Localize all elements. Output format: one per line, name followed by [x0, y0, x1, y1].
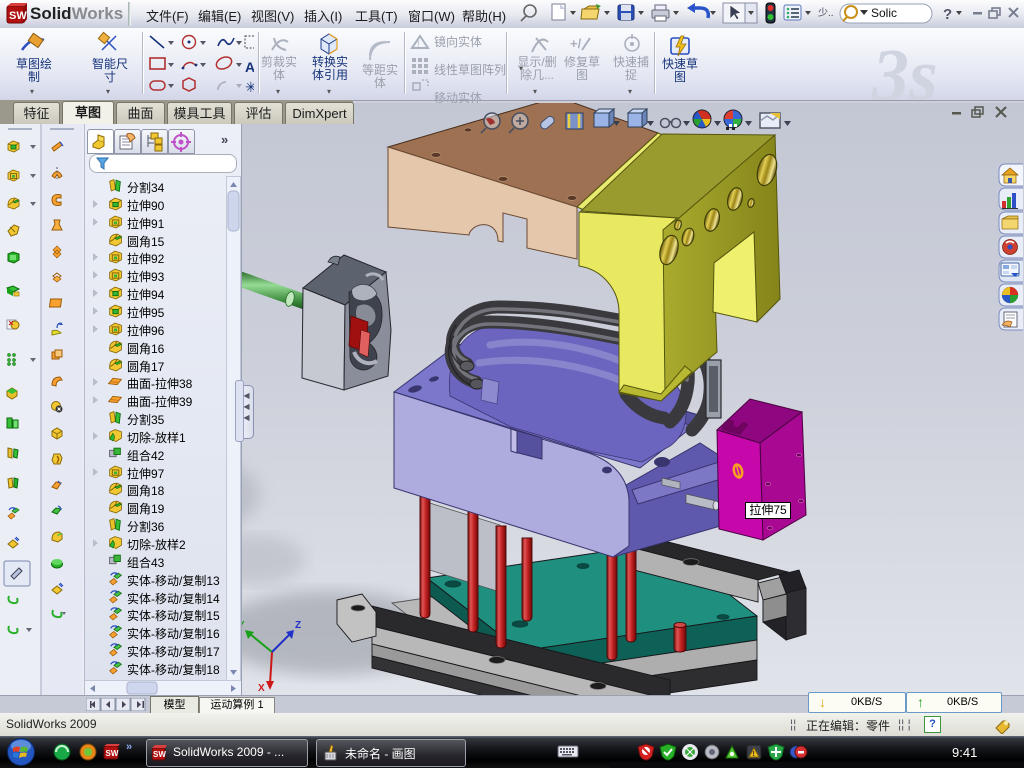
svg-text:9:41: 9:41 — [952, 745, 977, 760]
svg-text:A: A — [245, 59, 254, 75]
svg-text:3s: 3s — [871, 35, 938, 100]
svg-text:SW: SW — [153, 750, 166, 759]
svg-text:!: ! — [417, 39, 420, 49]
svg-text:»: » — [126, 741, 132, 753]
svg-text:!: ! — [753, 751, 755, 758]
svg-text:SW: SW — [9, 10, 27, 22]
svg-text:✳: ✳ — [245, 79, 254, 95]
svg-text:SW: SW — [106, 749, 119, 758]
svg-text:+/: +/ — [570, 36, 582, 51]
svg-text:少..: 少.. — [818, 7, 834, 19]
svg-text:?: ? — [943, 6, 952, 23]
svg-text:X: X — [258, 683, 265, 694]
svg-text:Z: Z — [295, 620, 301, 631]
svg-text:Solic: Solic — [871, 6, 897, 20]
